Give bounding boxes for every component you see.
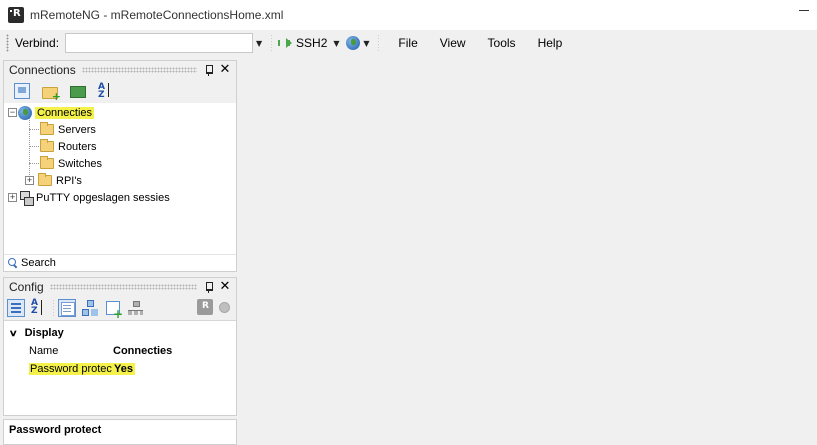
- tree-item-label: Routers: [58, 140, 97, 153]
- protocol-selector[interactable]: SSH2: [296, 36, 327, 50]
- quick-connect-input[interactable]: [65, 33, 254, 53]
- connections-panel: Connections ✕ AZ − Connecties Servers Ro…: [3, 60, 237, 272]
- tree-item-label: PuTTY opgeslagen sessies: [36, 191, 170, 204]
- tree-item-label: RPI's: [56, 174, 82, 187]
- tree-guide-line: [29, 146, 39, 147]
- chevron-down-icon[interactable]: ∨: [9, 328, 18, 339]
- expand-toggle[interactable]: +: [25, 176, 34, 185]
- property-grid: ∨ Display Name Connecties Password prote…: [4, 320, 236, 414]
- folder-icon: [40, 139, 54, 152]
- toolbar-grip[interactable]: [6, 34, 9, 52]
- tree-item-connecties[interactable]: − Connecties: [8, 104, 95, 121]
- tree-item-routers[interactable]: Routers: [40, 138, 97, 155]
- folder-icon: [40, 156, 54, 169]
- connect-label: Verbind:: [15, 36, 60, 50]
- tree-item-label: Servers: [58, 123, 96, 136]
- protocol-dropdown-button[interactable]: ▼: [330, 33, 342, 53]
- title-bar: mRemoteNG - mRemoteConnectionsHome.xml: [0, 0, 817, 30]
- connect-arrow-icon[interactable]: [278, 37, 293, 49]
- config-icon-bar: AZ: [4, 296, 236, 321]
- default-properties-icon[interactable]: [127, 299, 145, 317]
- property-category-label: Display: [24, 327, 64, 339]
- categorized-view-icon[interactable]: [7, 299, 25, 317]
- folder-icon: [40, 122, 54, 135]
- new-connection-icon[interactable]: [14, 83, 30, 99]
- tree-item-servers[interactable]: Servers: [40, 121, 96, 138]
- menu-view[interactable]: View: [429, 33, 477, 53]
- tree-item-putty-sessions[interactable]: + PuTTY opgeslagen sessies: [8, 189, 170, 206]
- minimize-button[interactable]: [799, 10, 809, 11]
- quick-connect-dropdown-button[interactable]: ▼: [253, 33, 265, 53]
- tree-guide-line: [29, 163, 39, 164]
- property-name: Password protect: [29, 363, 113, 375]
- alphabetical-sort-icon[interactable]: AZ: [30, 299, 48, 317]
- main-toolbar: Verbind: ▼ SSH2 ▼ ▼ File View Tools Help: [0, 30, 817, 56]
- config-panel-header: Config ✕: [4, 278, 236, 296]
- tree-guide-line: [29, 129, 39, 130]
- globe-icon: [18, 105, 32, 120]
- property-category-display[interactable]: ∨ Display: [9, 327, 64, 339]
- status-dot-icon: [219, 302, 230, 313]
- connections-panel-header: Connections ✕: [4, 61, 236, 79]
- menu-bar: File View Tools Help: [387, 33, 573, 53]
- search-icon: [7, 257, 19, 269]
- toolbar-separator: [271, 34, 273, 52]
- close-icon[interactable]: ✕: [219, 63, 231, 76]
- folder-icon: [38, 173, 52, 186]
- panel-header-grip[interactable]: [49, 284, 197, 290]
- properties-icon[interactable]: [58, 299, 76, 317]
- tree-item-switches[interactable]: Switches: [40, 155, 102, 172]
- putty-icon: [19, 190, 34, 206]
- close-icon[interactable]: ✕: [219, 280, 231, 293]
- property-description-title: Password protect: [9, 424, 102, 436]
- connections-tree: − Connecties Servers Routers Switches + …: [4, 103, 236, 253]
- document-area[interactable]: [240, 56, 817, 445]
- default-inheritance-icon[interactable]: [81, 299, 99, 317]
- view-icon[interactable]: [70, 86, 86, 98]
- window-title: mRemoteNG - mRemoteConnectionsHome.xml: [30, 8, 284, 22]
- property-value[interactable]: Yes: [112, 363, 135, 375]
- config-panel: Config ✕ AZ ∨ Display Name Connecties Pa…: [3, 277, 237, 416]
- collapse-toggle[interactable]: −: [8, 108, 17, 117]
- tree-item-label: Connecties: [35, 106, 95, 119]
- connections-icon-bar: AZ: [4, 79, 236, 103]
- menu-tools[interactable]: Tools: [477, 33, 527, 53]
- connections-panel-title: Connections: [9, 63, 76, 77]
- mremoteng-logo-icon: [8, 7, 24, 23]
- inheritance-icon[interactable]: [104, 299, 123, 321]
- panel-header-grip[interactable]: [81, 67, 197, 73]
- tree-item-rpis[interactable]: + RPI's: [25, 172, 82, 189]
- toolbar-separator: [378, 34, 380, 52]
- sort-ascending-icon[interactable]: AZ: [98, 83, 114, 100]
- pin-icon[interactable]: [203, 281, 215, 293]
- property-row-password-protect[interactable]: Password protect Yes: [29, 361, 135, 377]
- property-description-panel: Password protect: [3, 419, 237, 445]
- connections-globe-icon[interactable]: [346, 36, 361, 50]
- host-status-icon[interactable]: [197, 299, 213, 315]
- toolbar-separator: [53, 299, 54, 317]
- property-value[interactable]: Connecties: [113, 345, 172, 357]
- expand-toggle[interactable]: +: [8, 193, 17, 202]
- tree-item-label: Switches: [58, 157, 103, 170]
- property-name: Name: [29, 345, 59, 357]
- config-panel-title: Config: [9, 280, 44, 294]
- connections-search-bar[interactable]: Search: [4, 254, 236, 271]
- menu-file[interactable]: File: [387, 33, 428, 53]
- menu-help[interactable]: Help: [527, 33, 574, 53]
- property-row-name[interactable]: Name Connecties: [29, 343, 172, 359]
- search-label: Search: [21, 257, 56, 269]
- new-folder-icon[interactable]: [42, 87, 61, 103]
- globe-dropdown-button[interactable]: ▼: [360, 33, 372, 53]
- pin-icon[interactable]: [203, 64, 215, 76]
